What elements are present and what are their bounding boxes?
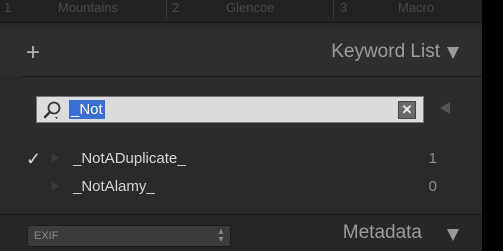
keyword-filter-input[interactable]: _Not ✕ (36, 96, 424, 123)
window-edge (482, 0, 503, 250)
triangle-down-icon[interactable] (447, 229, 459, 241)
keyword-set-number: 3 (340, 0, 348, 15)
expand-triangle-icon[interactable] (52, 154, 59, 162)
metadata-preset-select[interactable]: EXIF ▴ ▾ (27, 225, 231, 247)
triangle-down-icon[interactable] (447, 47, 459, 59)
keyword-list-header[interactable]: + Keyword List (0, 30, 482, 76)
keyword-row[interactable]: _NotAlamy_ 0 (22, 175, 482, 199)
keyword-set-number: 2 (172, 0, 180, 15)
clear-x-icon[interactable]: ✕ (398, 101, 416, 119)
updown-arrows-icon: ▴ ▾ (218, 226, 224, 245)
keyword-count: 1 (428, 150, 437, 167)
panel-title[interactable]: Keyword List (331, 41, 440, 63)
divider (166, 0, 167, 18)
keyword-set-item[interactable]: Mountains (58, 0, 168, 16)
keyword-set-number: 1 (4, 0, 12, 15)
divider (333, 0, 334, 18)
triangle-left-icon[interactable] (440, 102, 450, 114)
preset-value: EXIF (34, 230, 59, 242)
expand-triangle-icon[interactable] (52, 182, 59, 190)
panel-title[interactable]: Metadata (343, 222, 422, 244)
keyword-row[interactable]: ✓ _NotADuplicate_ 1 (22, 147, 482, 171)
keyword-label[interactable]: _NotAlamy_ (73, 177, 155, 197)
metadata-header[interactable]: EXIF ▴ ▾ Metadata (0, 214, 482, 251)
keyword-set-item[interactable]: Macro (398, 0, 482, 16)
keyword-label[interactable]: _NotADuplicate_ (73, 149, 186, 169)
plus-icon[interactable]: + (22, 41, 44, 65)
search-value[interactable]: _Not (69, 100, 105, 119)
checkmark-icon[interactable]: ✓ (26, 149, 41, 169)
keyword-set-strip: 1 Mountains 2 Glencoe 3 Macro (0, 0, 482, 23)
magnifier-icon[interactable] (43, 100, 63, 120)
keyword-count: 0 (428, 178, 437, 195)
keyword-set-item[interactable]: Glencoe (226, 0, 336, 16)
lightroom-right-panel: 1 Mountains 2 Glencoe 3 Macro + Keyword … (0, 0, 482, 251)
